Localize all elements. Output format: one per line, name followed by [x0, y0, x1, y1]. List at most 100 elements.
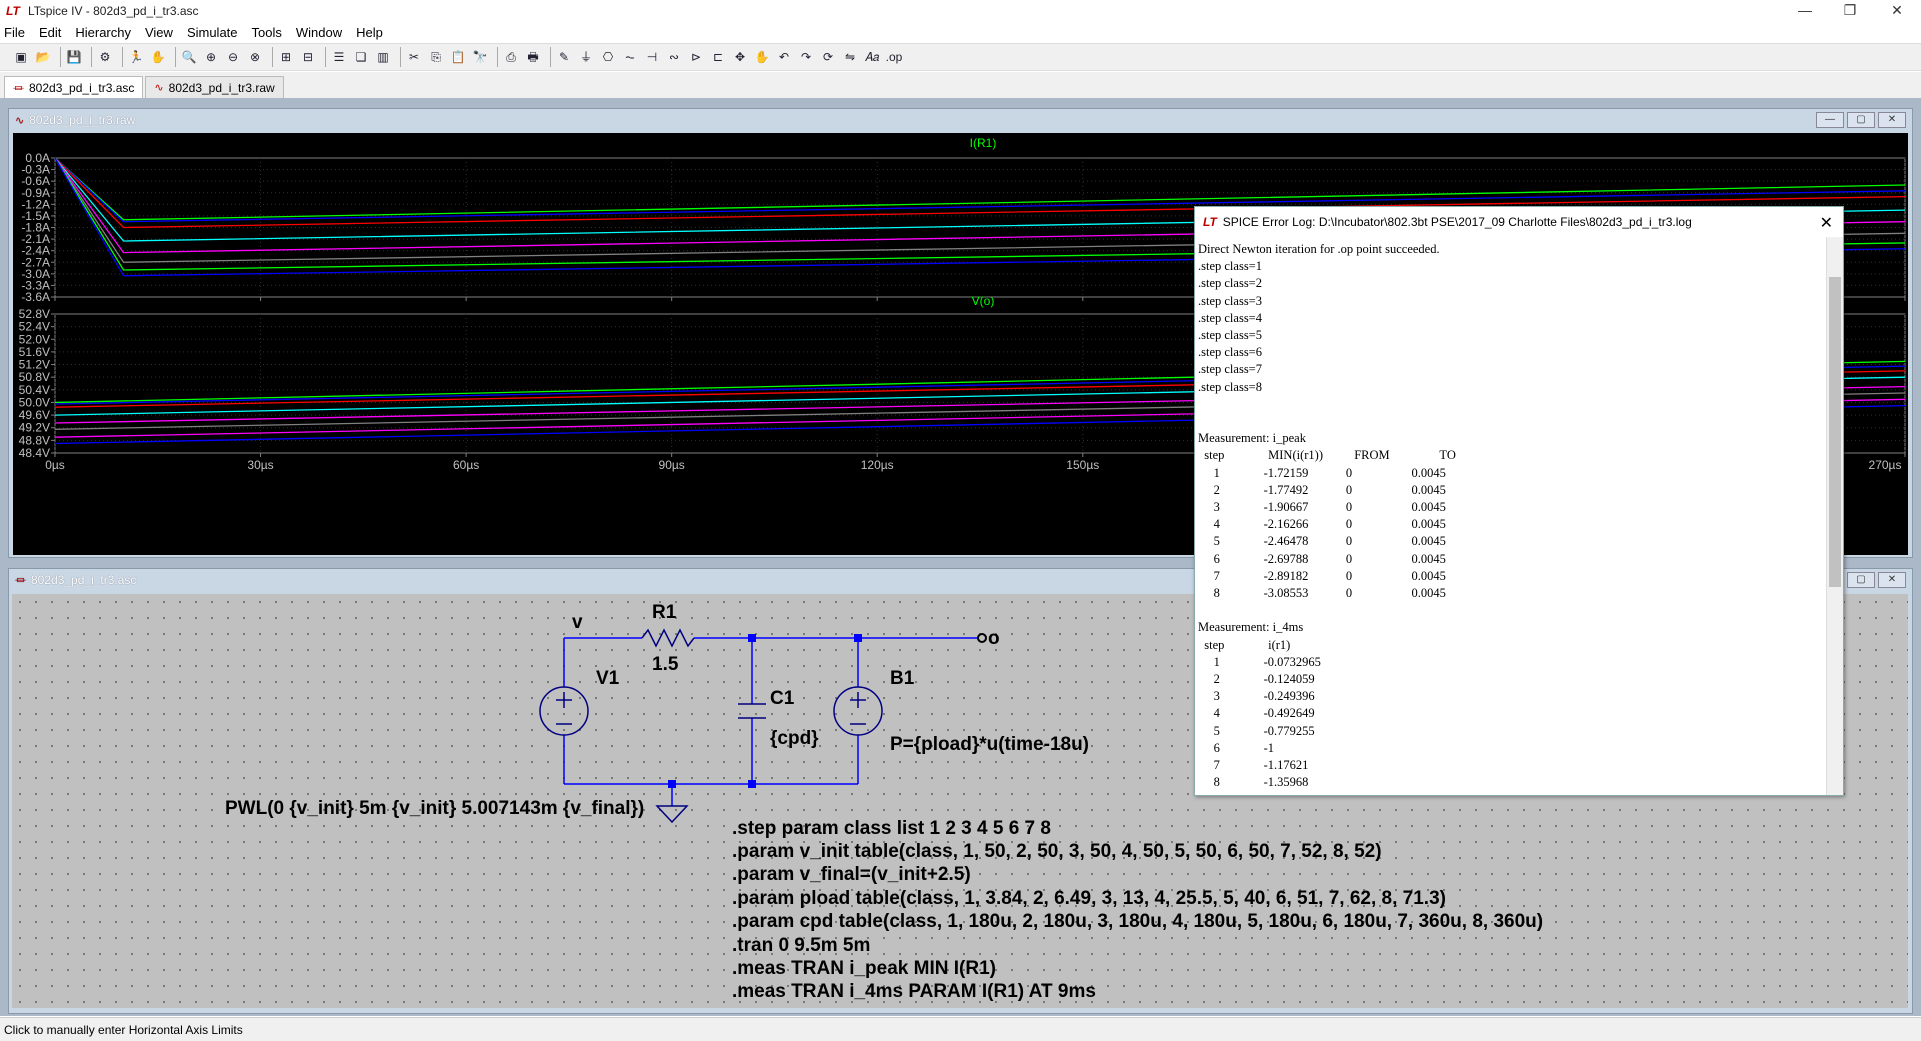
- spice-directive[interactable]: .tran 0 9.5m 5m: [732, 935, 870, 957]
- maximize-icon[interactable]: ▢: [1847, 112, 1875, 128]
- autorange-icon[interactable]: ⊞: [277, 48, 295, 66]
- draw-wire-icon[interactable]: ✎: [555, 48, 573, 66]
- menu-edit[interactable]: Edit: [39, 25, 61, 40]
- x-tick-label: 90µs: [659, 458, 685, 472]
- save-icon[interactable]: 💾: [65, 48, 83, 66]
- spice-directive[interactable]: .param pload table(class, 1, 3.84, 2, 6.…: [732, 888, 1446, 910]
- redo-icon[interactable]: ↷: [797, 48, 815, 66]
- x-tick-label: 30µs: [247, 458, 273, 472]
- r1-name[interactable]: R1: [652, 602, 676, 624]
- zoom-fit-icon[interactable]: ⊗: [246, 48, 264, 66]
- b1-name[interactable]: B1: [890, 668, 914, 690]
- resistor-icon[interactable]: ⏦: [621, 48, 639, 66]
- b1-value[interactable]: P={pload}*u(time-18u): [890, 734, 1089, 756]
- toolbar-separator: [550, 47, 551, 67]
- run-icon[interactable]: 🏃: [127, 48, 145, 66]
- v1-name[interactable]: V1: [596, 668, 619, 690]
- open-icon[interactable]: 📂: [34, 48, 52, 66]
- spice-directive-icon[interactable]: .op: [885, 48, 903, 66]
- spice-directive[interactable]: .param v_init table(class, 1, 50, 2, 50,…: [732, 841, 1382, 863]
- menu-hierarchy[interactable]: Hierarchy: [75, 25, 131, 40]
- drag-icon[interactable]: ✋: [753, 48, 771, 66]
- maximize-icon[interactable]: ▢: [1847, 572, 1875, 588]
- diode-icon[interactable]: ⊳: [687, 48, 705, 66]
- move-icon[interactable]: ✥: [731, 48, 749, 66]
- undo-icon[interactable]: ↶: [775, 48, 793, 66]
- text-icon[interactable]: 𝐴𝑎: [863, 48, 881, 66]
- close-icon[interactable]: ✕: [1820, 213, 1833, 233]
- minimize-icon[interactable]: —: [1816, 112, 1844, 128]
- log-title: SPICE Error Log: D:\Incubator\802.3bt PS…: [1222, 215, 1692, 229]
- title-bar: LT LTspice IV - 802d3_pd_i_tr3.asc — ❐ ✕: [0, 0, 1921, 22]
- net-label-v[interactable]: v: [572, 612, 583, 634]
- close-icon[interactable]: ✕: [1882, 2, 1912, 20]
- cut-icon[interactable]: ✂: [405, 48, 423, 66]
- tab-schematic[interactable]: ⏛ 802d3_pd_i_tr3.asc: [4, 76, 144, 98]
- component-icon[interactable]: ⊏: [709, 48, 727, 66]
- toolbar-separator: [122, 47, 123, 67]
- r1-value[interactable]: 1.5: [652, 654, 678, 676]
- menu-simulate[interactable]: Simulate: [187, 25, 238, 40]
- tab-waveform[interactable]: ∿ 802d3_pd_i_tr3.raw: [145, 76, 284, 98]
- resistor-r1: [641, 628, 695, 648]
- v1-value[interactable]: PWL(0 {v_init} 5m {v_init} 5.007143m {v_…: [225, 798, 644, 820]
- waveform-window-title: 802d3_pd_i_tr3.raw: [29, 113, 136, 127]
- paste-icon[interactable]: 📋: [449, 48, 467, 66]
- close-icon[interactable]: ✕: [1878, 572, 1906, 588]
- capacitor-icon[interactable]: ⊣: [643, 48, 661, 66]
- log-text[interactable]: Direct Newton iteration for .op point su…: [1195, 237, 1827, 795]
- new-schematic-icon[interactable]: ▣: [12, 48, 30, 66]
- tile-horizontal-icon[interactable]: ☰: [330, 48, 348, 66]
- delete-trace-icon[interactable]: ⊟: [299, 48, 317, 66]
- menu-tools[interactable]: Tools: [252, 25, 282, 40]
- c1-name[interactable]: C1: [770, 688, 794, 710]
- print-icon[interactable]: 🖶: [524, 48, 542, 66]
- spice-directive[interactable]: .param cpd table(class, 1, 180u, 2, 180u…: [732, 911, 1543, 933]
- menu-file[interactable]: File: [4, 25, 25, 40]
- print-setup-icon[interactable]: ⎙: [502, 48, 520, 66]
- toolbar-separator: [325, 47, 326, 67]
- x-tick-label: 270µs: [1869, 458, 1902, 472]
- zoom-in-icon[interactable]: 🔍: [180, 48, 198, 66]
- inductor-icon[interactable]: ∾: [665, 48, 683, 66]
- control-panel-icon[interactable]: ⚙: [96, 48, 114, 66]
- spice-directive[interactable]: .meas TRAN i_peak MIN I(R1): [732, 958, 996, 980]
- window-title: LTspice IV - 802d3_pd_i_tr3.asc: [28, 4, 199, 18]
- minimize-icon[interactable]: —: [1790, 2, 1820, 20]
- restore-icon[interactable]: ❐: [1835, 2, 1865, 20]
- ground-icon[interactable]: ⏚: [577, 48, 595, 66]
- spice-directive[interactable]: .param v_final=(v_init+2.5): [732, 864, 971, 886]
- ltspice-logo-icon: LT: [6, 4, 20, 18]
- trace-title: V(o): [972, 294, 995, 308]
- menu-help[interactable]: Help: [356, 25, 383, 40]
- halt-icon[interactable]: ✋: [149, 48, 167, 66]
- pan-icon[interactable]: ⊕: [202, 48, 220, 66]
- rotate-icon[interactable]: ⟳: [819, 48, 837, 66]
- cascade-icon[interactable]: ❏: [352, 48, 370, 66]
- menu-view[interactable]: View: [145, 25, 173, 40]
- tab-label: 802d3_pd_i_tr3.raw: [168, 80, 275, 95]
- log-scrollbar[interactable]: [1826, 237, 1843, 795]
- zoom-out-icon[interactable]: ⊖: [224, 48, 242, 66]
- waveform-window-titlebar[interactable]: ∿ 802d3_pd_i_tr3.raw: [9, 109, 1912, 131]
- x-tick-label: 0µs: [45, 458, 65, 472]
- spice-directive[interactable]: .meas TRAN i_4ms PARAM I(R1) AT 9ms: [732, 981, 1096, 1003]
- y-tick-label: -3.6A: [21, 290, 50, 304]
- schematic-icon: ⏛: [13, 82, 24, 95]
- label-net-icon[interactable]: ⎔: [599, 48, 617, 66]
- scrollbar-thumb[interactable]: [1829, 277, 1841, 587]
- spice-directive[interactable]: .step param class list 1 2 3 4 5 6 7 8: [732, 818, 1051, 840]
- tab-label: 802d3_pd_i_tr3.asc: [29, 80, 135, 95]
- mirror-icon[interactable]: ⇋: [841, 48, 859, 66]
- close-icon[interactable]: ✕: [1878, 112, 1906, 128]
- tile-vertical-icon[interactable]: ▥: [374, 48, 392, 66]
- status-text: Click to manually enter Horizontal Axis …: [4, 1023, 243, 1037]
- menu-window[interactable]: Window: [296, 25, 342, 40]
- c1-value[interactable]: {cpd}: [770, 728, 819, 750]
- copy-icon[interactable]: ⎘: [427, 48, 445, 66]
- find-icon[interactable]: 🔭: [471, 48, 489, 66]
- log-titlebar[interactable]: LT SPICE Error Log: D:\Incubator\802.3bt…: [1195, 207, 1843, 237]
- net-label-o[interactable]: o: [988, 628, 1000, 650]
- schematic-icon: ⏛: [15, 575, 26, 587]
- junction-dot: [748, 780, 756, 788]
